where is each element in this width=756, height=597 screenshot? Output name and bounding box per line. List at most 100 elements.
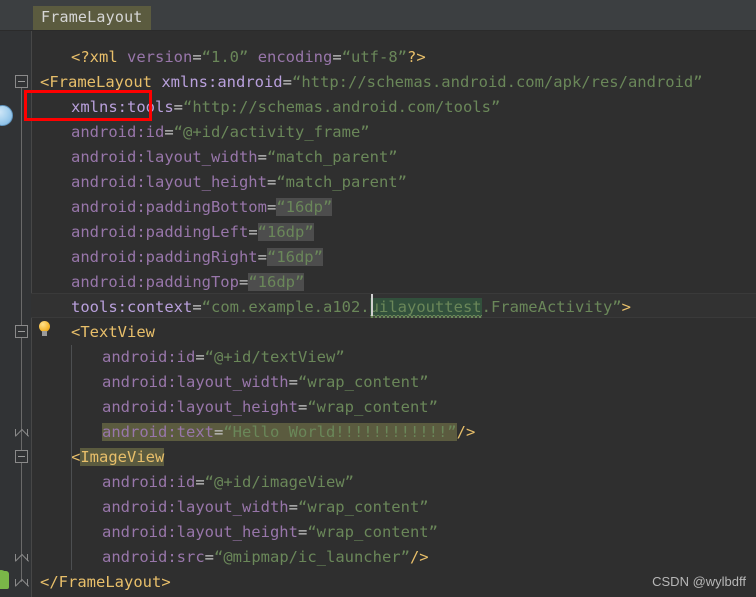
code-token: = (257, 148, 267, 166)
code-token: tools:context (71, 298, 193, 316)
code-token: = (195, 348, 205, 366)
code-line[interactable]: android:id=“@+id/textView” (102, 345, 345, 370)
code-token: ?> (407, 48, 426, 66)
code-token: = (288, 498, 298, 516)
code-token: = (297, 523, 308, 541)
code-token: = (192, 48, 202, 66)
code-line[interactable]: android:id=“@+id/imageView” (102, 470, 354, 495)
code-token: “wrap_content” (307, 523, 438, 541)
code-line[interactable]: android:src=“@mipmap/ic_launcher”/> (102, 545, 429, 570)
fold-toggle[interactable] (15, 429, 28, 436)
code-token: “Hello World!!!!!!!!!!!!” (223, 423, 457, 441)
fold-toggle[interactable] (15, 554, 28, 561)
code-token: version (127, 48, 193, 66)
code-line[interactable]: android:paddingLeft=“16dp” (71, 220, 314, 245)
code-token: android:layout_width (102, 498, 289, 516)
text-caret (370, 294, 373, 316)
code-token: </FrameLayout> (40, 573, 171, 591)
code-token: = (297, 398, 308, 416)
code-token: = (195, 473, 205, 491)
code-line[interactable]: </FrameLayout> (40, 570, 171, 595)
code-line[interactable]: xmlns:tools=“http://schemas.android.com/… (71, 95, 500, 120)
code-token: android:layout_width (102, 373, 289, 391)
lightbulb-base (42, 331, 47, 336)
fold-toggle[interactable] (15, 579, 28, 586)
fold-toggle[interactable] (15, 325, 28, 338)
code-line[interactable]: android:text=“Hello World!!!!!!!!!!!!”/> (102, 420, 475, 445)
code-token: = (204, 548, 214, 566)
breadcrumb-bar: FrameLayout (0, 0, 756, 31)
code-token: = (282, 73, 292, 91)
code-token: “16dp” (257, 223, 314, 241)
code-line[interactable]: android:layout_width=“wrap_content” (102, 495, 429, 520)
code-token: = (238, 273, 249, 291)
code-line[interactable]: <TextView (71, 320, 155, 345)
code-token: “1.0” (201, 48, 249, 66)
code-token: “@+id/imageView” (204, 473, 354, 491)
code-line[interactable]: android:layout_width=“wrap_content” (102, 370, 429, 395)
code-token: android:paddingBottom (71, 198, 267, 216)
code-token: > (621, 298, 631, 316)
code-line[interactable]: android:layout_width=“match_parent” (71, 145, 398, 170)
code-token: “wrap_content” (297, 373, 429, 391)
code-line[interactable]: android:layout_height=“wrap_content” (102, 395, 438, 420)
code-token: “16dp” (276, 198, 333, 216)
watermark: CSDN @wylbdff (652, 574, 746, 589)
code-token: <TextView (71, 323, 155, 341)
code-token: “http://schemas.android.com/tools” (183, 98, 501, 116)
code-line[interactable]: tools:context=“com.example.a102.uilayout… (71, 295, 631, 320)
code-token: “utf-8” (341, 48, 408, 66)
fold-toggle[interactable] (15, 450, 28, 463)
code-token: xmlns:android (161, 73, 283, 91)
code-token: “match_parent” (266, 148, 398, 166)
code-token: “com.example.a102. (201, 298, 370, 316)
code-token: = (257, 248, 267, 266)
code-token: “@mipmap/ic_launcher” (214, 548, 410, 566)
code-token: encoding (257, 48, 333, 66)
code-token: android:src (102, 548, 205, 566)
code-token: = (266, 198, 277, 216)
lightbulb-icon[interactable] (38, 321, 51, 337)
code-line[interactable]: android:layout_height=“match_parent” (71, 170, 407, 195)
code-token: “wrap_content” (307, 398, 438, 416)
code-line[interactable]: <ImageView (71, 445, 165, 470)
code-token: android:layout_height (102, 398, 298, 416)
code-line[interactable]: android:paddingRight=“16dp” (71, 245, 323, 270)
android-robot-icon[interactable] (0, 570, 9, 589)
code-token: android:id (102, 348, 196, 366)
code-line[interactable]: android:id=“@+id/activity_frame” (71, 120, 370, 145)
code-token: = (332, 48, 342, 66)
code-token: = (266, 173, 277, 191)
breadcrumb-item-framelayout[interactable]: FrameLayout (33, 6, 151, 30)
code-token: = (192, 298, 202, 316)
code-token: = (248, 223, 258, 241)
code-line[interactable]: android:paddingBottom=“16dp” (71, 195, 333, 220)
code-token: android:text (102, 423, 214, 441)
code-token: < (71, 448, 81, 466)
code-token: android:id (71, 123, 165, 141)
code-line[interactable]: android:paddingTop=“16dp” (71, 270, 305, 295)
code-editor[interactable]: <?xml version=“1.0” encoding=“utf-8”?> <F… (0, 31, 756, 597)
code-token: android:paddingTop (71, 273, 239, 291)
code-token: android:layout_width (71, 148, 258, 166)
code-token: = (164, 123, 174, 141)
code-token: <?xml (71, 48, 127, 66)
fold-toggle[interactable] (15, 75, 28, 88)
code-line[interactable]: android:layout_height=“wrap_content” (102, 520, 438, 545)
code-token: .FrameActivity” (481, 298, 622, 316)
code-token: “match_parent” (276, 173, 407, 191)
code-token: “16dp” (266, 248, 323, 266)
indent-guide (71, 345, 72, 570)
code-token: /> (456, 423, 476, 441)
code-line[interactable]: <FrameLayout xmlns:android=“http://schem… (40, 70, 703, 95)
code-line[interactable]: <?xml version=“1.0” encoding=“utf-8”?> (71, 45, 426, 70)
code-token: android:paddingLeft (71, 223, 249, 241)
code-token: “http://schemas.android.com/apk/res/andr… (292, 73, 703, 91)
code-token: ImageView (80, 448, 165, 466)
code-token: android:layout_height (102, 523, 298, 541)
code-token: android:paddingRight (71, 248, 258, 266)
code-token: “16dp” (248, 273, 305, 291)
code-token: = (173, 98, 183, 116)
